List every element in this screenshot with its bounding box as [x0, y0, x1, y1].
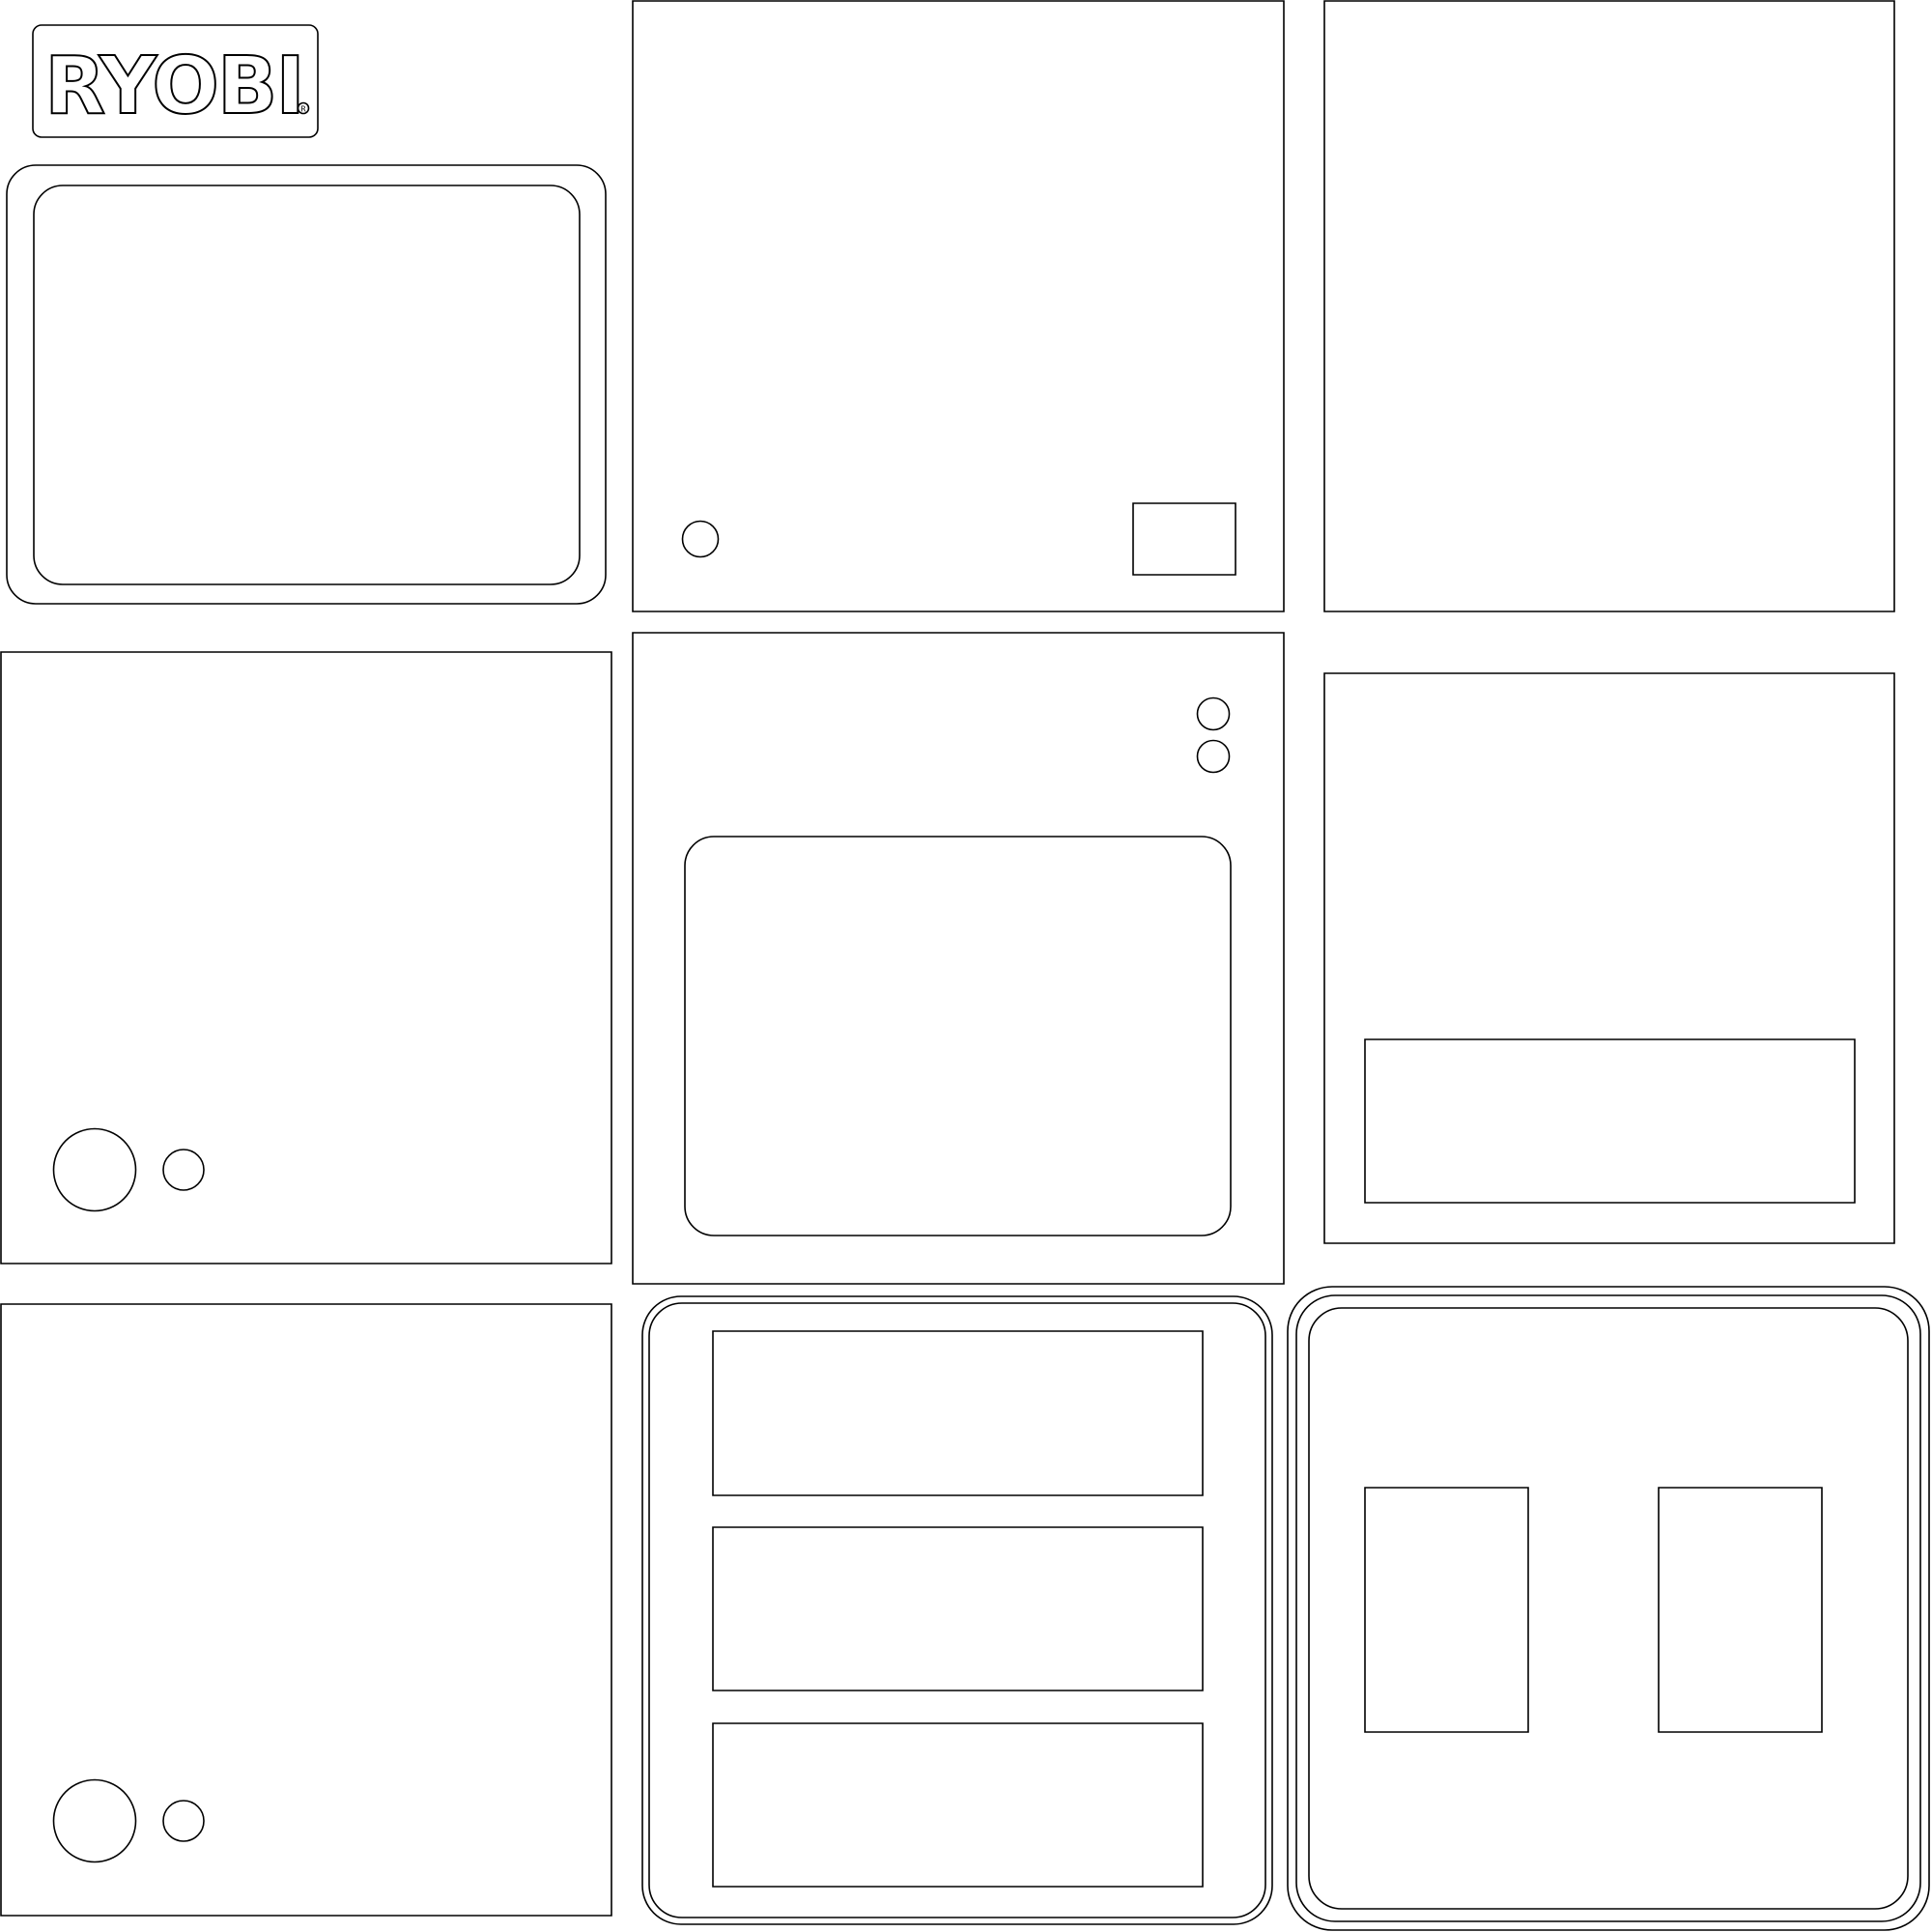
panel-9-outer-frame	[1288, 1287, 1929, 1930]
panel-4-large-circle	[54, 1129, 136, 1211]
panel-1-inner-window	[34, 185, 580, 584]
panel-5-bottom-circle	[1198, 741, 1230, 773]
panel-2-small-rectangle	[1133, 503, 1236, 575]
panel-4	[1, 652, 611, 1264]
panel-9-left-rectangle	[1365, 1488, 1528, 1732]
panel-7-small-circle	[163, 1801, 204, 1841]
registered-mark-letter: R	[300, 105, 306, 114]
logo-text: RYOBI	[44, 41, 303, 132]
panel-7-large-circle	[54, 1780, 136, 1862]
panel-8-top-rectangle	[713, 1331, 1203, 1495]
panel-9-middle-frame	[1296, 1295, 1920, 1921]
ryobi-logo: RYOBI R	[33, 25, 318, 137]
panel-1-outer-frame	[7, 165, 606, 604]
panel-7-outline	[1, 1304, 611, 1916]
panel-5-rounded-window	[685, 837, 1231, 1236]
panel-3-outline	[1324, 1, 1894, 611]
template-sheet: RYOBI R	[0, 0, 1932, 1932]
panel-6-wide-rectangle	[1365, 1039, 1855, 1203]
panel-5-outline	[633, 633, 1284, 1284]
panel-7	[1, 1304, 611, 1916]
panel-2	[633, 1, 1284, 611]
panel-5	[633, 633, 1284, 1284]
panel-8	[642, 1296, 1272, 1924]
panel-2-small-circle	[683, 522, 719, 557]
panel-9	[1288, 1287, 1929, 1930]
panel-8-inner-frame	[649, 1303, 1265, 1918]
panel-6-outline	[1324, 673, 1894, 1243]
panel-5-top-circle	[1198, 698, 1230, 730]
panel-2-outline	[633, 1, 1284, 611]
panel-8-outer-frame	[642, 1296, 1272, 1924]
panel-6	[1324, 673, 1894, 1243]
panel-8-middle-rectangle	[713, 1527, 1203, 1690]
panel-8-bottom-rectangle	[713, 1723, 1203, 1887]
panel-4-outline	[1, 652, 611, 1264]
panel-1	[7, 165, 606, 604]
panel-9-inner-frame	[1309, 1308, 1908, 1909]
panel-9-right-rectangle	[1659, 1488, 1822, 1732]
panel-4-small-circle	[163, 1150, 204, 1190]
panel-3	[1324, 1, 1894, 611]
